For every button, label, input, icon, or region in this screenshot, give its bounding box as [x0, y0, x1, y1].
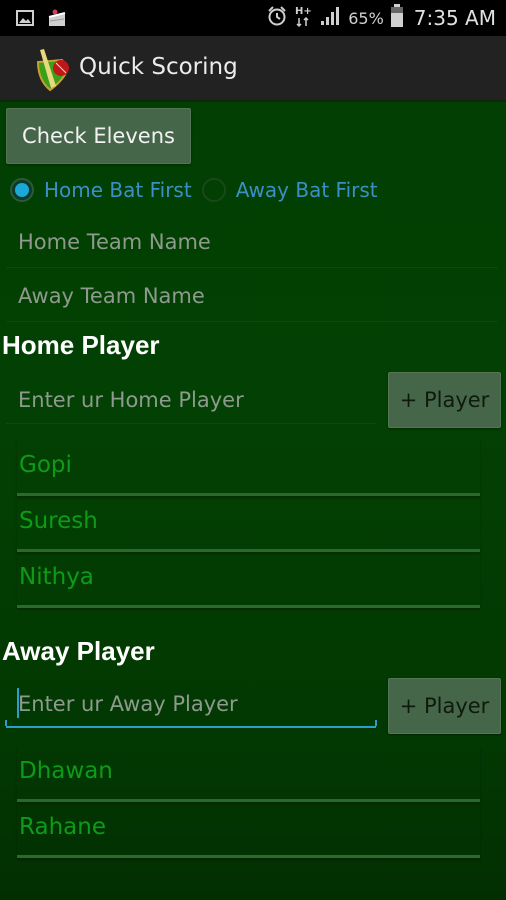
player-name: Gopi [19, 452, 72, 478]
home-team-name-placeholder: Home Team Name [18, 230, 211, 254]
player-name: Nithya [19, 564, 94, 590]
away-team-name-placeholder: Away Team Name [18, 284, 205, 308]
away-player-heading: Away Player [2, 636, 155, 666]
home-player-item[interactable]: Suresh [17, 496, 480, 552]
player-name: Rahane [19, 814, 106, 840]
home-bat-first-radio[interactable] [10, 178, 34, 202]
clock: 7:35 AM [413, 6, 496, 30]
battery-icon [390, 3, 404, 33]
cricket-bat-ball-icon[interactable] [34, 46, 74, 92]
home-player-input[interactable]: Enter ur Home Player [6, 376, 376, 424]
radio-selected-dot [15, 183, 29, 197]
player-name: Dhawan [19, 758, 113, 784]
cake-icon [46, 7, 68, 33]
gallery-icon [16, 9, 34, 31]
player-name: Suresh [19, 508, 98, 534]
away-player-item[interactable]: Rahane [17, 802, 480, 858]
signal-icon [320, 6, 342, 31]
away-player-placeholder: Enter ur Away Player [18, 692, 238, 716]
status-bar: H+ 65% 7:35 AM [0, 0, 506, 36]
home-bat-first-label[interactable]: Home Bat First [44, 178, 192, 202]
check-elevens-button[interactable]: Check Elevens [6, 108, 191, 164]
home-team-name-input[interactable]: Home Team Name [6, 220, 498, 268]
add-away-player-button[interactable]: + Player [388, 678, 501, 734]
away-player-input[interactable]: Enter ur Away Player [5, 680, 377, 728]
quick-scoring-form: Check Elevens Home Bat First Away Bat Fi… [0, 102, 506, 900]
action-bar: Quick Scoring [0, 36, 506, 102]
battery-percent: 65% [348, 8, 384, 28]
home-player-item[interactable]: Nithya [17, 552, 480, 608]
away-team-name-input[interactable]: Away Team Name [6, 274, 498, 322]
app-title: Quick Scoring [79, 54, 238, 80]
batting-order-radio-group: Home Bat First Away Bat First [10, 178, 388, 202]
away-player-item[interactable]: Dhawan [17, 746, 480, 802]
alarm-icon [266, 5, 288, 32]
svg-text:H+: H+ [295, 6, 312, 17]
home-player-item[interactable]: Gopi [17, 440, 480, 496]
home-player-placeholder: Enter ur Home Player [18, 388, 244, 412]
home-player-heading: Home Player [2, 330, 160, 360]
hplus-data-icon: H+ [294, 4, 314, 33]
away-bat-first-label[interactable]: Away Bat First [236, 178, 378, 202]
add-home-player-button[interactable]: + Player [388, 372, 501, 428]
away-bat-first-radio[interactable] [201, 178, 226, 202]
